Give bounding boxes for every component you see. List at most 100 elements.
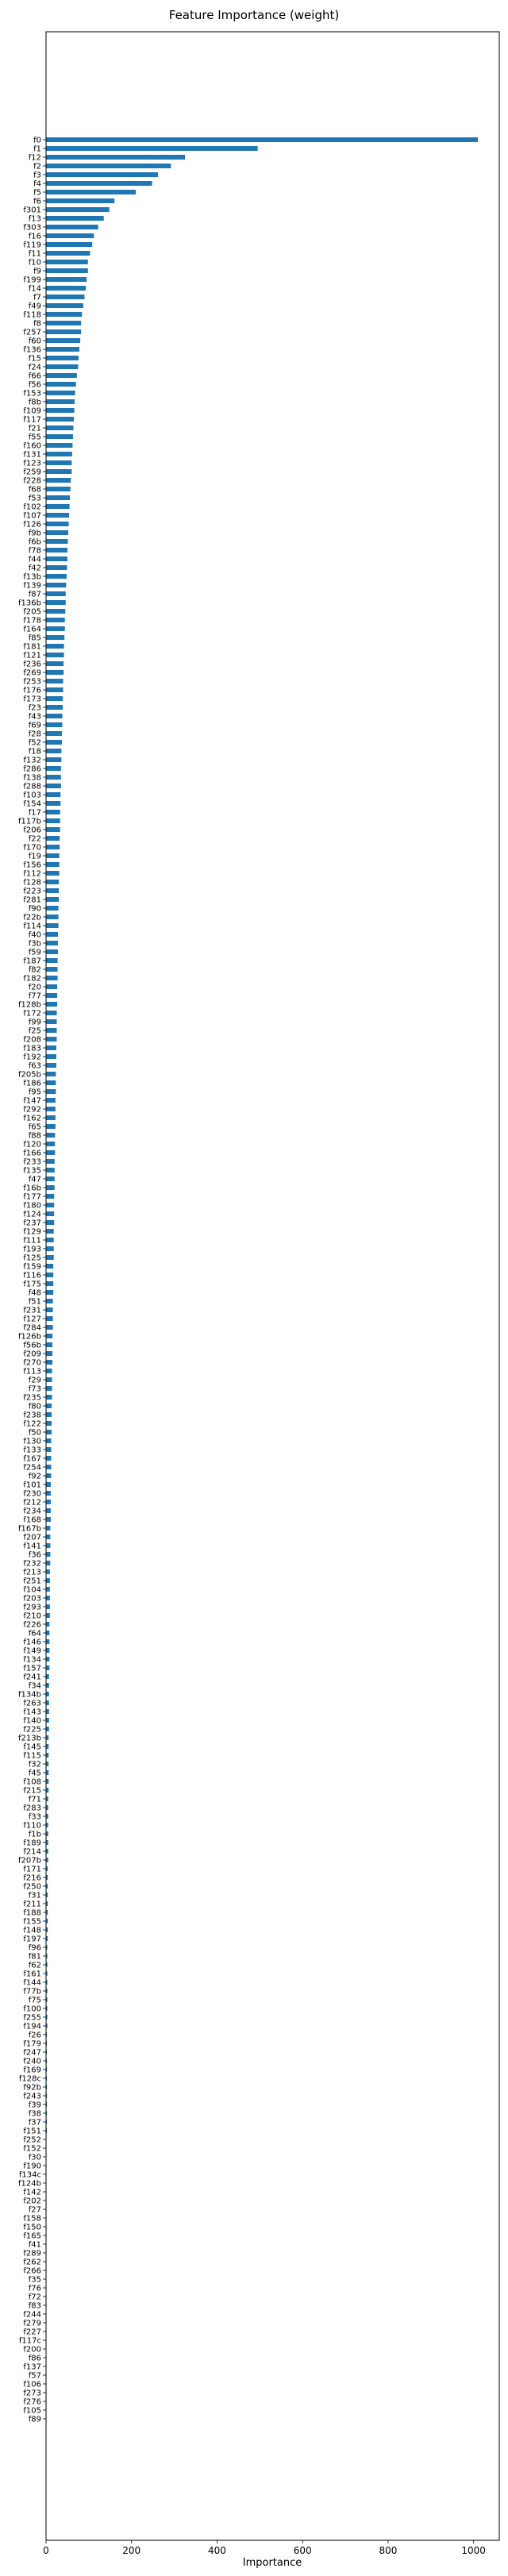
- bar: [46, 1045, 56, 1050]
- bar: [46, 1613, 50, 1618]
- bar: [46, 1063, 56, 1068]
- y-tick-label: f234: [23, 1507, 41, 1516]
- y-tick-label: f5: [33, 189, 41, 198]
- y-tick-label: f235: [23, 1394, 41, 1403]
- y-tick-label: f126b: [18, 1333, 41, 1342]
- bar: [46, 888, 60, 893]
- y-tick-label: f64: [29, 1630, 41, 1638]
- y-tick-label: f225: [23, 1726, 41, 1735]
- bar: [46, 1683, 49, 1688]
- y-tick-label: f286: [23, 765, 41, 774]
- y-tick-label: f137: [23, 2363, 41, 2372]
- y-tick-label: f240: [23, 2058, 41, 2066]
- y-tick-label: f15: [29, 355, 41, 364]
- y-tick-label: f76: [29, 2285, 41, 2293]
- bar: [46, 382, 76, 387]
- y-tick-label: f95: [29, 1088, 41, 1097]
- y-tick-label: f167: [23, 1455, 41, 1464]
- bar: [46, 1604, 50, 1609]
- y-tick-label: f194: [23, 2023, 41, 2031]
- y-tick-label: f117: [23, 416, 41, 425]
- y-tick-label: f146: [23, 1638, 41, 1647]
- bar: [46, 818, 60, 823]
- y-tick-label: f214: [23, 1848, 41, 1857]
- y-tick-label: f215: [23, 1787, 41, 1796]
- y-tick-label: f233: [23, 1158, 41, 1167]
- bar: [46, 591, 66, 596]
- y-tick-label: f157: [23, 1665, 41, 1673]
- bar: [46, 303, 83, 308]
- y-tick-label: f135: [23, 1167, 41, 1176]
- bar: [46, 172, 159, 177]
- bar: [46, 1447, 52, 1452]
- bar: [46, 714, 63, 718]
- y-tick-label: f71: [29, 1796, 41, 1804]
- y-tick-label: f88: [29, 1132, 41, 1141]
- bar: [46, 1639, 50, 1644]
- y-tick-label: f200: [23, 2346, 41, 2355]
- y-tick-label: f6: [33, 198, 41, 206]
- bar: [46, 1194, 55, 1199]
- bar: [46, 1709, 49, 1714]
- y-tick-label: f205: [23, 608, 41, 617]
- bar: [46, 1072, 56, 1076]
- y-tick-label: f34: [29, 1682, 41, 1691]
- bar: [46, 1622, 50, 1627]
- y-tick-label: f127: [23, 1315, 41, 1324]
- y-tick-label: f207: [23, 1534, 41, 1542]
- bar: [46, 399, 75, 404]
- bar: [46, 1098, 56, 1103]
- bar: [46, 1159, 55, 1164]
- y-tick-label: f114: [23, 922, 41, 931]
- y-tick-label: f189: [23, 1839, 41, 1848]
- y-tick-label: f42: [29, 564, 41, 573]
- bar: [46, 740, 62, 745]
- bar: [46, 1500, 51, 1504]
- bar: [46, 277, 87, 282]
- y-tick-label: f205b: [18, 1071, 41, 1080]
- y-tick-label: f136b: [18, 599, 41, 608]
- y-tick-label: f53: [29, 495, 41, 503]
- y-tick-label: f4: [33, 180, 41, 189]
- y-tick-label: f122: [23, 1420, 41, 1429]
- y-tick-label: f82: [29, 966, 41, 975]
- bar: [46, 1587, 50, 1592]
- bar: [46, 906, 59, 911]
- y-tick-label: f12: [29, 154, 41, 163]
- y-tick-label: f20: [29, 984, 41, 992]
- x-tick-label: 200: [122, 2545, 140, 2556]
- bar: [46, 356, 79, 360]
- y-tick-label: f213b: [18, 1735, 41, 1743]
- y-tick-label: f49: [29, 302, 41, 311]
- bar: [46, 1351, 53, 1356]
- bar: [46, 722, 63, 727]
- bar: [46, 146, 258, 151]
- y-tick-label: f152: [23, 2145, 41, 2154]
- bar: [46, 1438, 52, 1443]
- y-tick-label: f87: [29, 591, 41, 599]
- bar: [46, 949, 59, 954]
- bar: [46, 1465, 52, 1469]
- y-tick-label: f251: [23, 1577, 41, 1586]
- bar: [46, 522, 69, 526]
- bar: [46, 600, 66, 605]
- bar: [46, 880, 60, 884]
- y-tick-label: f266: [23, 2267, 41, 2276]
- bar: [46, 1404, 52, 1408]
- bar: [46, 164, 171, 168]
- bar: [46, 1238, 54, 1242]
- y-tick-label: f1: [33, 145, 41, 154]
- y-tick-label: f232: [23, 1560, 41, 1569]
- bar: [46, 1360, 53, 1365]
- y-tick-label: f136: [23, 346, 41, 355]
- bar: [46, 618, 65, 622]
- bar: [46, 1124, 56, 1129]
- y-tick-label: f3b: [29, 940, 41, 949]
- bar: [46, 295, 85, 299]
- y-tick-label: f99: [29, 1018, 41, 1027]
- bar: [46, 705, 64, 710]
- y-tick-label: f124b: [18, 2180, 41, 2189]
- bar: [46, 757, 62, 762]
- y-tick-label: f11: [29, 250, 41, 259]
- bar: [46, 1011, 57, 1015]
